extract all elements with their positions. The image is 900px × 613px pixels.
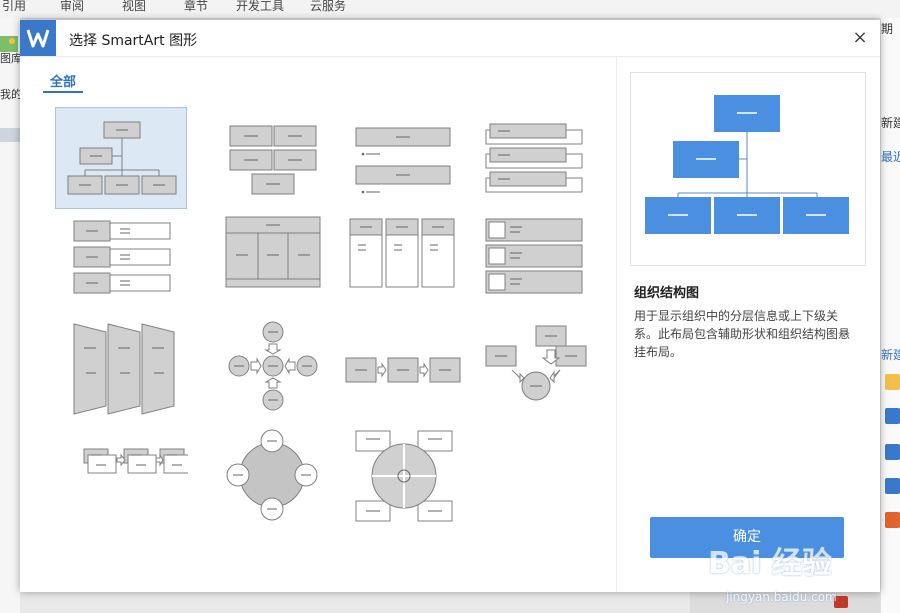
gallery-item-table-hierarchy[interactable] xyxy=(195,212,327,314)
ribbon-tab-cloud[interactable]: 云服务 xyxy=(310,0,346,12)
right-label-new-2[interactable]: 新建 xyxy=(881,346,900,363)
my-label: 我的 xyxy=(0,88,22,101)
smartart-dialog: 选择 SmartArt 图形 × 全部 组织结构图 用于显示组织中的分层信息或上… xyxy=(20,20,880,604)
smartart-gallery xyxy=(40,100,600,522)
dialog-title: 选择 SmartArt 图形 xyxy=(69,33,198,49)
watermark-text: Bai 经验 xyxy=(708,546,832,581)
gallery-item-cycle-matrix[interactable] xyxy=(335,422,467,524)
background-left-panel: 图库 我的 xyxy=(0,18,22,613)
preview-pane xyxy=(630,72,866,266)
refresh-doc-icon[interactable] xyxy=(885,408,900,424)
gallery-item-basic-process[interactable] xyxy=(335,317,467,419)
wps-logo-icon xyxy=(20,20,56,56)
left-scroll-bar xyxy=(0,128,20,142)
gallery-item-stacked-list[interactable] xyxy=(475,107,607,209)
right-label-recent[interactable]: 最近 xyxy=(881,148,900,165)
gallery-item-picture-list[interactable] xyxy=(475,212,607,314)
gallery-item-basic-block-list[interactable] xyxy=(195,107,327,209)
gallery-label[interactable]: 图库 xyxy=(0,50,22,66)
gallery-item-organization-chart[interactable] xyxy=(55,107,187,209)
right-label-new[interactable]: 新建 xyxy=(881,114,900,131)
flame-icon[interactable] xyxy=(885,512,900,528)
ribbon-tab-view[interactable]: 视图 xyxy=(122,0,146,12)
gallery-item-vertical-box-list[interactable] xyxy=(55,212,187,314)
ribbon-tab-references[interactable]: 引用 xyxy=(2,0,26,12)
sparkle-icon[interactable] xyxy=(885,374,900,390)
gallery-item-radial-arrows[interactable] xyxy=(195,317,327,419)
dialog-titlebar: 选择 SmartArt 图形 × xyxy=(20,20,880,57)
gallery-item-step-process[interactable] xyxy=(55,422,188,524)
preview-title: 组织结构图 xyxy=(634,286,700,301)
close-icon[interactable]: × xyxy=(848,26,872,50)
right-label-1: 期 xyxy=(881,22,894,36)
tab-all[interactable]: 全部 xyxy=(43,71,83,93)
ribbon-tab-developer[interactable]: 开发工具 xyxy=(236,0,284,12)
gallery-item-vertical-bullet-list[interactable] xyxy=(335,107,467,209)
panel-divider xyxy=(616,56,617,592)
gallery-item-column-list[interactable] xyxy=(335,212,467,314)
writer-doc-icon-2[interactable] xyxy=(885,478,900,494)
watermark-url: jingyan.baidu.com xyxy=(726,590,837,604)
background-right-panel: 期 新建 最近 新建 xyxy=(880,18,900,613)
organization-chart-preview xyxy=(645,95,849,234)
ribbon-bar: 引用 审阅 视图 章节 开发工具 云服务 xyxy=(0,0,900,19)
gallery-item-trapezoid-list[interactable] xyxy=(55,317,187,419)
baidu-watermark: Bai 经验 jingyan.baidu.com xyxy=(708,538,878,608)
ribbon-tab-chapter[interactable]: 章节 xyxy=(184,0,208,12)
gallery-item-converging-arrows[interactable] xyxy=(475,317,607,419)
gallery-item-basic-cycle[interactable] xyxy=(195,422,327,524)
writer-doc-icon[interactable] xyxy=(885,444,900,460)
ribbon-tab-review[interactable]: 审阅 xyxy=(60,0,84,12)
preview-description: 用于显示组织中的分层信息或上下级关系。此布局包含辅助形状和组织结构图悬挂布局。 xyxy=(634,309,851,359)
